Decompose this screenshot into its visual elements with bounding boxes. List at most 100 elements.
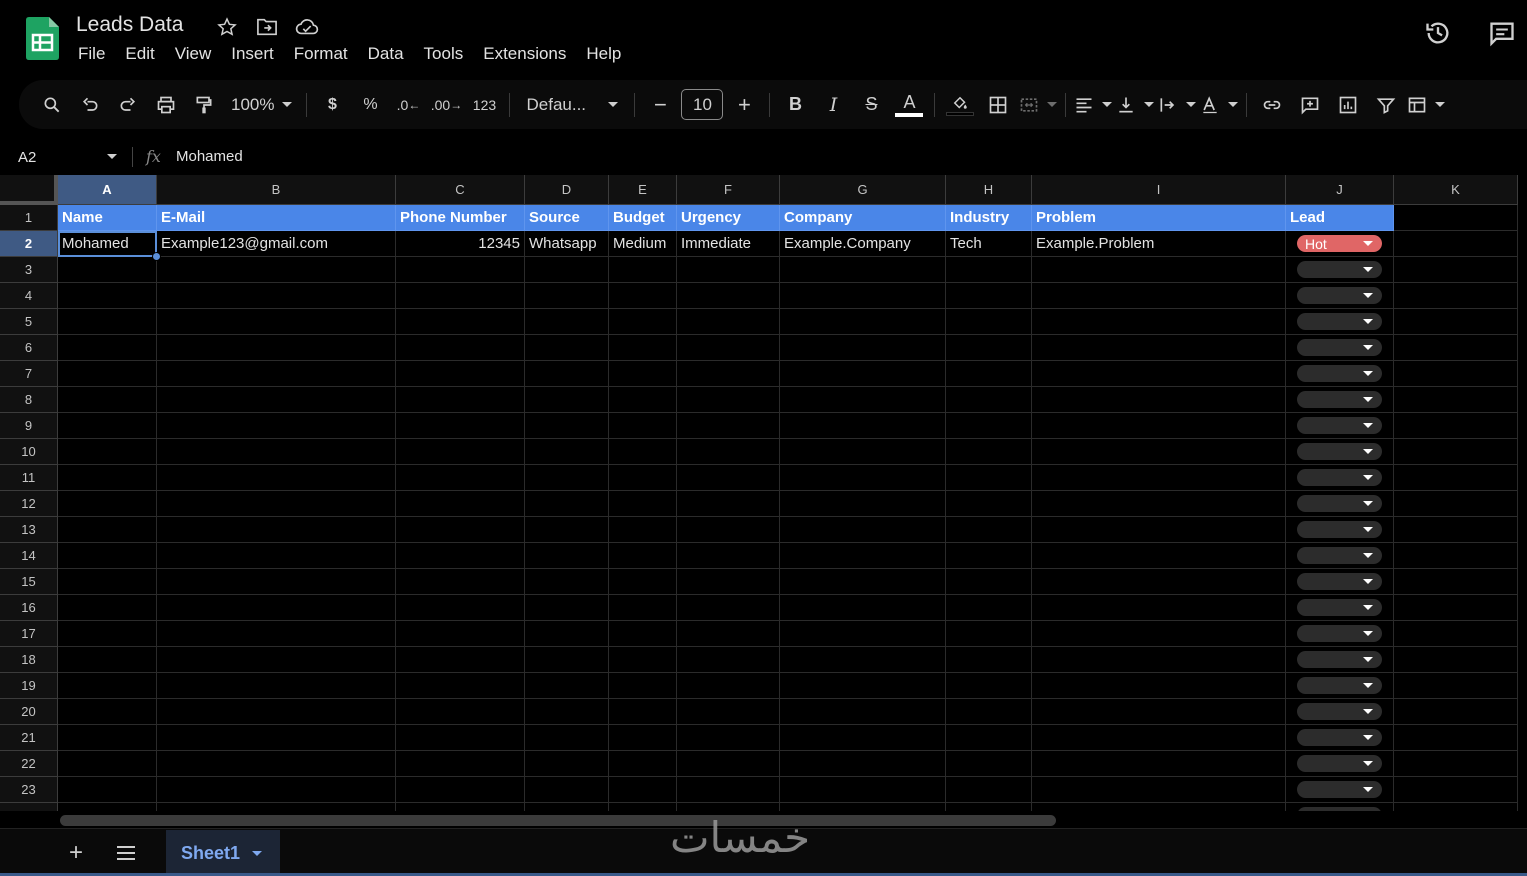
cell-c22[interactable]: [396, 751, 525, 777]
text-wrapping-icon[interactable]: [1158, 89, 1197, 121]
cell-c2[interactable]: 12345: [396, 231, 525, 257]
cell-i4[interactable]: [1032, 283, 1286, 309]
cell-g11[interactable]: [780, 465, 946, 491]
cell-k4[interactable]: [1394, 283, 1518, 309]
column-header-h[interactable]: H: [946, 175, 1032, 205]
cell-b23[interactable]: [157, 777, 396, 803]
row-header-18[interactable]: 18: [0, 647, 58, 673]
lead-status-dropdown[interactable]: Hot: [1297, 235, 1382, 252]
cell-a1[interactable]: Name: [58, 205, 157, 231]
cell-i11[interactable]: [1032, 465, 1286, 491]
cell-f12[interactable]: [677, 491, 780, 517]
cell-f24[interactable]: [677, 803, 780, 811]
filter-views-icon[interactable]: [1407, 89, 1446, 121]
cell-a24[interactable]: [58, 803, 157, 811]
cell-e19[interactable]: [609, 673, 677, 699]
cell-d4[interactable]: [525, 283, 609, 309]
cell-k24[interactable]: [1394, 803, 1518, 811]
cell-h7[interactable]: [946, 361, 1032, 387]
cell-g22[interactable]: [780, 751, 946, 777]
cell-h22[interactable]: [946, 751, 1032, 777]
cell-k21[interactable]: [1394, 725, 1518, 751]
cell-d13[interactable]: [525, 517, 609, 543]
cell-i5[interactable]: [1032, 309, 1286, 335]
cell-k12[interactable]: [1394, 491, 1518, 517]
cell-a17[interactable]: [58, 621, 157, 647]
cell-h18[interactable]: [946, 647, 1032, 673]
cell-d11[interactable]: [525, 465, 609, 491]
cell-f16[interactable]: [677, 595, 780, 621]
cell-i15[interactable]: [1032, 569, 1286, 595]
cell-a9[interactable]: [58, 413, 157, 439]
lead-status-dropdown[interactable]: [1297, 703, 1382, 720]
cell-g15[interactable]: [780, 569, 946, 595]
cell-k19[interactable]: [1394, 673, 1518, 699]
cell-k8[interactable]: [1394, 387, 1518, 413]
lead-status-dropdown[interactable]: [1297, 313, 1382, 330]
cell-b20[interactable]: [157, 699, 396, 725]
add-sheet-icon[interactable]: +: [63, 839, 89, 866]
cell-j19[interactable]: [1286, 673, 1394, 699]
row-header-19[interactable]: 19: [0, 673, 58, 699]
increase-font-size-icon[interactable]: +: [727, 89, 761, 121]
cell-e13[interactable]: [609, 517, 677, 543]
cell-d19[interactable]: [525, 673, 609, 699]
cloud-saved-icon[interactable]: [294, 15, 320, 39]
cell-e20[interactable]: [609, 699, 677, 725]
cell-i10[interactable]: [1032, 439, 1286, 465]
cell-b3[interactable]: [157, 257, 396, 283]
cell-i20[interactable]: [1032, 699, 1286, 725]
cell-e5[interactable]: [609, 309, 677, 335]
cell-g14[interactable]: [780, 543, 946, 569]
cell-b9[interactable]: [157, 413, 396, 439]
cell-f14[interactable]: [677, 543, 780, 569]
cell-h12[interactable]: [946, 491, 1032, 517]
cell-f9[interactable]: [677, 413, 780, 439]
italic-button[interactable]: I: [816, 89, 850, 121]
cell-b16[interactable]: [157, 595, 396, 621]
increase-decimal-button[interactable]: .00 →: [429, 89, 463, 121]
cell-i2[interactable]: Example.Problem: [1032, 231, 1286, 257]
menu-data[interactable]: Data: [358, 44, 414, 64]
percent-format-button[interactable]: %: [353, 89, 387, 121]
currency-format-button[interactable]: $: [315, 89, 349, 121]
menu-extensions[interactable]: Extensions: [473, 44, 576, 64]
sheets-logo-icon[interactable]: [26, 17, 59, 60]
cell-d12[interactable]: [525, 491, 609, 517]
cell-e3[interactable]: [609, 257, 677, 283]
cell-b13[interactable]: [157, 517, 396, 543]
cell-a14[interactable]: [58, 543, 157, 569]
font-size-input[interactable]: 10: [681, 89, 724, 120]
search-menus-icon[interactable]: [35, 89, 69, 121]
cell-h13[interactable]: [946, 517, 1032, 543]
cell-b12[interactable]: [157, 491, 396, 517]
lead-status-dropdown[interactable]: [1297, 807, 1382, 811]
cell-d17[interactable]: [525, 621, 609, 647]
text-rotation-icon[interactable]: [1200, 89, 1239, 121]
cell-d23[interactable]: [525, 777, 609, 803]
cell-j10[interactable]: [1286, 439, 1394, 465]
cell-d21[interactable]: [525, 725, 609, 751]
cell-a16[interactable]: [58, 595, 157, 621]
lead-status-dropdown[interactable]: [1297, 625, 1382, 642]
formula-input[interactable]: Mohamed: [176, 148, 243, 165]
cell-e10[interactable]: [609, 439, 677, 465]
cell-c21[interactable]: [396, 725, 525, 751]
row-header-5[interactable]: 5: [0, 309, 58, 335]
row-header-14[interactable]: 14: [0, 543, 58, 569]
merge-cells-icon[interactable]: [1019, 89, 1058, 121]
cell-a20[interactable]: [58, 699, 157, 725]
cell-g10[interactable]: [780, 439, 946, 465]
cell-h15[interactable]: [946, 569, 1032, 595]
font-family-select[interactable]: Defau...: [518, 89, 626, 121]
cell-i23[interactable]: [1032, 777, 1286, 803]
cell-g3[interactable]: [780, 257, 946, 283]
cell-i13[interactable]: [1032, 517, 1286, 543]
cell-i21[interactable]: [1032, 725, 1286, 751]
cell-h5[interactable]: [946, 309, 1032, 335]
cell-j18[interactable]: [1286, 647, 1394, 673]
cell-j21[interactable]: [1286, 725, 1394, 751]
cell-g23[interactable]: [780, 777, 946, 803]
cell-d18[interactable]: [525, 647, 609, 673]
cell-b19[interactable]: [157, 673, 396, 699]
